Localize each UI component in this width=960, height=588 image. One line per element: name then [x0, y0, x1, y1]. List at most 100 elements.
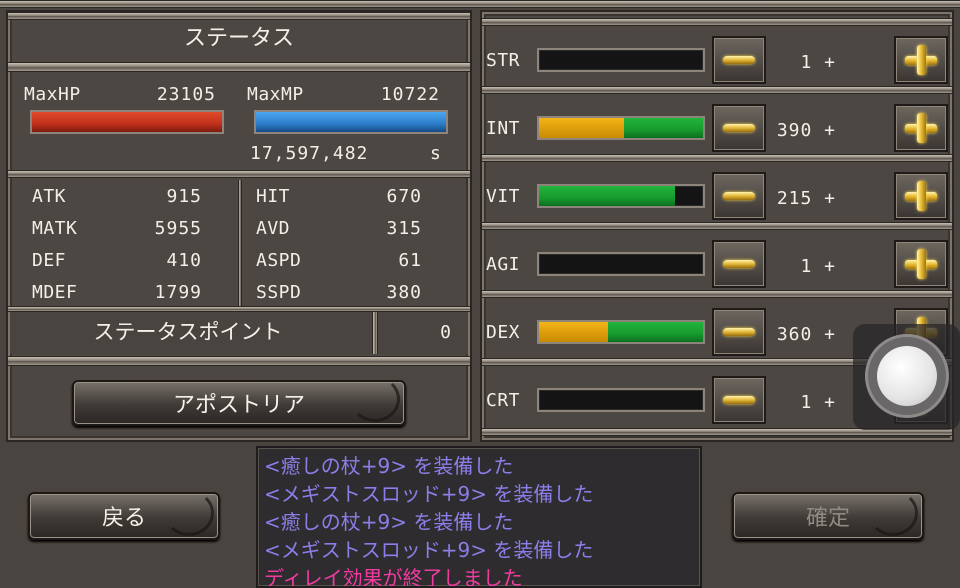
frame-divider	[372, 312, 378, 354]
attr-label-vit: VIT	[486, 186, 521, 207]
attr-label-crt: CRT	[486, 390, 521, 411]
attr-bar-int	[537, 116, 705, 140]
ornament-icon	[164, 490, 214, 536]
attr-bar-yellow-fill	[539, 322, 608, 342]
attr-minus-button-int[interactable]	[712, 104, 766, 152]
attr-minus-button-dex[interactable]	[712, 308, 766, 356]
frame-divider	[482, 86, 952, 94]
stat-value-hit: 670	[386, 186, 422, 207]
attr-plus-button-vit[interactable]	[894, 172, 948, 220]
back-button[interactable]: 戻る	[28, 490, 220, 540]
attr-value-dex: 360 +	[776, 324, 836, 345]
attr-bar-agi	[537, 252, 705, 276]
confirm-button-label: 確定	[805, 506, 850, 531]
minus-icon	[723, 328, 755, 336]
timer-value: 17,597,482	[250, 143, 369, 164]
stat-value-avd: 315	[386, 218, 422, 239]
timer-unit: s	[430, 143, 442, 164]
attr-value-agi: 1 +	[800, 256, 836, 277]
virtual-joystick[interactable]	[853, 324, 960, 430]
stat-label-mdef: MDEF	[32, 282, 78, 303]
status-points-value: 0	[440, 322, 452, 343]
attr-bar-green-fill	[607, 322, 703, 342]
stat-label-atk: ATK	[32, 186, 67, 207]
attr-bar-green-fill	[624, 118, 703, 138]
chat-log-line: <癒しの杖+9> を装備した	[264, 510, 514, 534]
attr-value-crt: 1 +	[800, 392, 836, 413]
attr-minus-button-crt[interactable]	[712, 376, 766, 424]
status-title: ステータス	[183, 26, 294, 51]
stat-value-def: 410	[166, 250, 202, 271]
frame-divider	[8, 12, 470, 20]
chat-log-lines: <癒しの杖+9> を装備した <メギストスロッド+9> を装備した <癒しの杖+9>…	[264, 452, 694, 588]
stat-value-sspd: 380	[386, 282, 422, 303]
stat-label-hit: HIT	[256, 186, 291, 207]
attr-value-int: 390 +	[776, 120, 836, 141]
frame-divider	[482, 154, 952, 162]
top-frame	[0, 0, 960, 8]
stat-label-avd: AVD	[256, 218, 291, 239]
frame-divider	[482, 290, 952, 298]
ornament-icon	[350, 376, 400, 422]
stat-label-def: DEF	[32, 250, 67, 271]
attr-bar-yellow-fill	[539, 118, 625, 138]
plus-icon	[916, 113, 926, 143]
mp-bar-fill	[256, 112, 446, 132]
attr-bar-dex	[537, 320, 705, 344]
minus-icon	[723, 56, 755, 64]
maxhp-label: MaxHP	[24, 84, 81, 105]
hp-bar-fill	[32, 112, 222, 132]
frame-divider	[8, 170, 470, 178]
attr-label-agi: AGI	[486, 254, 521, 275]
apostoria-button-label: アポストリア	[172, 393, 305, 418]
attr-plus-button-int[interactable]	[894, 104, 948, 152]
confirm-button[interactable]: 確定	[732, 490, 924, 540]
stat-label-aspd: ASPD	[256, 250, 302, 271]
chat-log-line: <癒しの杖+9> を装備した	[264, 454, 514, 478]
attr-minus-button-str[interactable]	[712, 36, 766, 84]
attr-minus-button-vit[interactable]	[712, 172, 766, 220]
stat-value-mdef: 1799	[154, 282, 202, 303]
status-points-label: ステータスポイント	[93, 320, 283, 344]
attr-plus-button-str[interactable]	[894, 36, 948, 84]
hp-bar	[30, 110, 224, 134]
back-button-label: 戻る	[101, 506, 146, 531]
stat-value-aspd: 61	[398, 250, 422, 271]
minus-icon	[723, 124, 755, 132]
joystick-knob[interactable]	[877, 346, 937, 406]
attr-plus-button-agi[interactable]	[894, 240, 948, 288]
frame-divider	[8, 356, 470, 366]
plus-icon	[916, 45, 926, 75]
attr-minus-button-agi[interactable]	[712, 240, 766, 288]
attr-value-str: 1 +	[800, 52, 836, 73]
attr-label-str: STR	[486, 50, 521, 71]
apostoria-button[interactable]: アポストリア	[72, 376, 406, 426]
attr-bar-green-fill	[539, 186, 676, 206]
chat-log-line: ディレイ効果が終了しました	[264, 566, 523, 588]
minus-icon	[723, 192, 755, 200]
stat-value-matk: 5955	[154, 218, 202, 239]
mp-bar	[254, 110, 448, 134]
stats-column-divider	[238, 180, 242, 308]
chat-log: <癒しの杖+9> を装備した <メギストスロッド+9> を装備した <癒しの杖+9>…	[256, 446, 702, 588]
attr-label-int: INT	[486, 118, 521, 139]
frame-divider	[482, 222, 952, 230]
attr-value-vit: 215 +	[776, 188, 836, 209]
chat-log-line: <メギストスロッド+9> を装備した	[264, 482, 594, 506]
maxmp-value: 10722	[380, 84, 440, 105]
plus-icon	[916, 249, 926, 279]
maxhp-value: 23105	[156, 84, 216, 105]
minus-icon	[723, 396, 755, 404]
attr-label-dex: DEX	[486, 322, 521, 343]
stat-label-sspd: SSPD	[256, 282, 302, 303]
minus-icon	[723, 260, 755, 268]
attr-bar-crt	[537, 388, 705, 412]
stat-label-matk: MATK	[32, 218, 78, 239]
attr-bar-str	[537, 48, 705, 72]
maxmp-label: MaxMP	[247, 84, 304, 105]
plus-icon	[916, 181, 926, 211]
frame-divider	[8, 62, 470, 72]
attr-bar-vit	[537, 184, 705, 208]
frame-divider	[482, 18, 952, 26]
stat-value-atk: 915	[166, 186, 202, 207]
